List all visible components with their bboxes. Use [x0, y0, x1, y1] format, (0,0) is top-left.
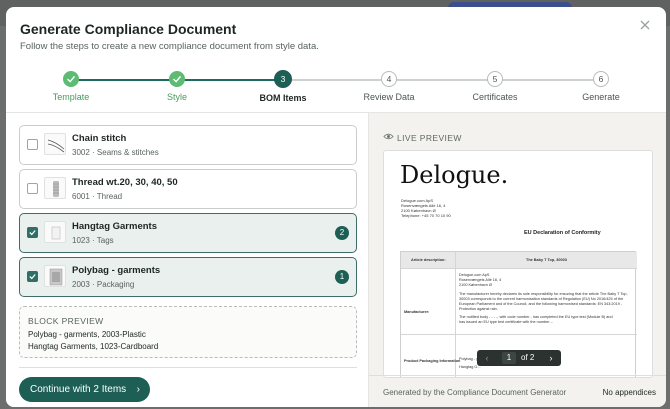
company-logo: Delogue.: [400, 161, 509, 189]
stepper: Template Style 3 BOM Items 4 Review Data…: [6, 67, 666, 111]
selection-order-badge: 2: [335, 226, 349, 240]
item-title: Hangtag Garments: [72, 221, 157, 232]
item-thumbnail: [44, 177, 66, 199]
table-cell: 2100 København Ø: [459, 283, 492, 287]
previous-page-button[interactable]: ‹: [479, 350, 495, 366]
block-preview-line: Polybag - garments, 2003-Plastic: [28, 330, 146, 339]
item-thumbnail: [44, 265, 66, 287]
bom-item[interactable]: Chain stitch 3002 · Seams & stitches: [19, 125, 357, 165]
item-thumbnail: [44, 133, 66, 155]
live-preview-panel: LIVE PREVIEW Delogue. Delogue.com ApS Ro…: [368, 113, 666, 407]
item-title: Chain stitch: [72, 133, 127, 144]
item-subtitle: 1023 · Tags: [72, 236, 114, 245]
next-page-button[interactable]: ›: [543, 350, 559, 366]
step-number: 3: [274, 70, 292, 88]
chevron-right-icon: ›: [136, 384, 140, 395]
step-template[interactable]: Template: [21, 67, 121, 102]
step-generate[interactable]: 6 Generate: [551, 67, 651, 102]
table-divider: [401, 268, 637, 269]
bom-item[interactable]: Hangtag Garments 1023 · Tags 2: [19, 213, 357, 253]
continue-button-label: Continue with 2 Items: [30, 384, 127, 395]
item-checkbox[interactable]: [27, 139, 38, 150]
item-title: Polybag - garments: [72, 265, 161, 276]
item-title: Thread wt.20, 30, 40, 50: [72, 177, 178, 188]
item-subtitle: 6001 · Thread: [72, 192, 123, 201]
bom-items-panel: Chain stitch 3002 · Seams & stitches Thr…: [6, 113, 367, 407]
live-preview-title: LIVE PREVIEW: [397, 133, 462, 143]
item-subtitle: 2003 · Packaging: [72, 280, 135, 289]
document-preview[interactable]: Delogue. Delogue.com ApS Rosenvængets Al…: [383, 150, 653, 378]
step-label: Style: [166, 92, 187, 102]
address-line: Telephone: +45 70 70 10 90: [401, 213, 451, 218]
divider: [369, 375, 666, 376]
table-cell: European Parliament and of the Council, …: [459, 302, 623, 306]
table-cell: has issued an EU type test certificate w…: [459, 320, 553, 324]
divider: [19, 367, 357, 368]
step-label: Generate: [582, 92, 620, 102]
table-cell: Delogue.com ApS: [459, 273, 490, 277]
step-style[interactable]: Style: [127, 67, 227, 102]
current-page-input[interactable]: 1: [502, 352, 516, 364]
block-preview: BLOCK PREVIEW Polybag - garments, 2003-P…: [19, 306, 357, 358]
item-thumbnail: [44, 221, 66, 243]
table-cell: Product Packaging Information: [404, 359, 461, 363]
table-cell: The manufacturer hereby declares its sol…: [459, 292, 628, 296]
table-cell: Hangtag G...: [459, 365, 481, 369]
step-certificates[interactable]: 5 Certificates: [445, 67, 545, 102]
step-number: 4: [381, 71, 397, 87]
page-navigator: ‹ 1 of 2 ›: [477, 350, 561, 366]
table-cell: Manufacturer:: [404, 310, 430, 314]
bom-item[interactable]: Polybag - garments 2003 · Packaging 1: [19, 257, 357, 297]
table-cell: Rosenvængets Allé 16, 4: [459, 278, 502, 282]
table-cell: The Baby T Top, 30003: [526, 258, 567, 262]
selection-order-badge: 1: [335, 270, 349, 284]
modal-title: Generate Compliance Document: [20, 21, 237, 37]
bom-item[interactable]: Thread wt.20, 30, 40, 50 6001 · Thread: [19, 169, 357, 209]
check-icon: [169, 71, 185, 87]
close-icon[interactable]: [638, 18, 652, 32]
continue-button[interactable]: Continue with 2 Items ›: [19, 377, 150, 402]
item-checkbox[interactable]: [27, 271, 38, 282]
step-number: 6: [593, 71, 609, 87]
modal-subtitle: Follow the steps to create a new complia…: [20, 41, 319, 52]
check-icon: [63, 71, 79, 87]
table-divider: [401, 334, 637, 335]
table-cell: 30003 corresponds to the current harmoni…: [459, 297, 624, 301]
step-label: Certificates: [472, 92, 518, 102]
eye-icon: [383, 133, 394, 140]
item-subtitle: 3002 · Seams & stitches: [72, 148, 159, 157]
appendices-status: No appendices: [602, 388, 656, 397]
table-cell: Article description:: [411, 258, 446, 262]
generate-compliance-modal: Generate Compliance Document Follow the …: [6, 7, 666, 407]
generated-by-text: Generated by the Compliance Document Gen…: [383, 388, 567, 397]
table-cell: The notified body - - - -, with code num…: [459, 315, 613, 319]
block-preview-title: BLOCK PREVIEW: [28, 316, 104, 326]
item-checkbox[interactable]: [27, 183, 38, 194]
step-label: Review Data: [363, 92, 415, 102]
step-bom-items[interactable]: 3 BOM Items: [233, 67, 333, 103]
block-preview-line: Hangtag Garments, 1023-Cardboard: [28, 342, 159, 351]
page-count: of 2: [521, 353, 535, 362]
step-review-data[interactable]: 4 Review Data: [339, 67, 439, 102]
document-heading: EU Declaration of Conformity: [524, 230, 601, 236]
table-cell: Protection against rain.: [459, 307, 498, 311]
step-number: 5: [487, 71, 503, 87]
step-label: BOM Items: [259, 93, 307, 103]
item-checkbox[interactable]: [27, 227, 38, 238]
step-label: Template: [52, 92, 90, 102]
